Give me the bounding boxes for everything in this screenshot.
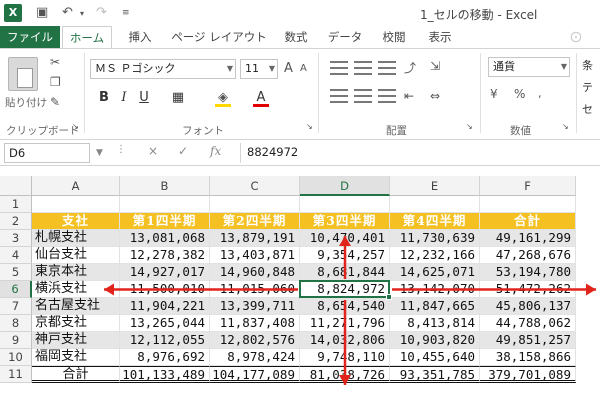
ribbon-tabs: ファイル ホーム 挿入 ページ レイアウト 数式 データ 校閲 表示 ⊙ <box>0 26 600 48</box>
percent-style-icon[interactable]: % <box>514 87 525 101</box>
undo-icon[interactable]: ↶ <box>62 5 73 20</box>
font-size-select[interactable]: 11 ▼ <box>240 59 278 79</box>
more-icon: ⋮ <box>116 144 126 155</box>
chevron-down-icon: ▼ <box>560 62 567 71</box>
align-right-icon[interactable] <box>378 89 396 103</box>
tab-home[interactable]: ホーム <box>62 26 112 48</box>
arrow-right-head-icon <box>586 283 596 296</box>
align-top-icon[interactable] <box>330 61 348 75</box>
number-format-select[interactable]: 通貨 ▼ <box>488 57 570 77</box>
tab-file[interactable]: ファイル <box>0 26 60 48</box>
font-name-select[interactable]: ＭＳ Ｐゴシック ▼ <box>90 59 236 79</box>
worksheet-grid[interactable]: A B C D E F 1 2 支社 第1四半期 第2四半期 第3四半期 第4四半期 合計 3 札幌支社 13,… <box>0 176 600 400</box>
tab-insert[interactable]: 挿入 <box>118 26 162 48</box>
align-middle-icon[interactable] <box>354 61 372 75</box>
formula-input[interactable]: 8824972 <box>240 143 596 163</box>
paste-icon[interactable] <box>8 57 38 91</box>
group-divider <box>318 53 319 133</box>
document-title: 1_セルの移動 - Excel <box>420 8 538 22</box>
help-icon[interactable]: ⊙ <box>558 26 594 48</box>
format-painter-icon[interactable]: ✎ <box>50 95 60 109</box>
font-color-icon[interactable]: A <box>250 87 272 109</box>
group-divider <box>576 53 577 133</box>
grow-font-icon[interactable]: A <box>284 61 293 76</box>
comma-style-icon[interactable]: , <box>538 87 542 100</box>
tab-data[interactable]: データ <box>322 26 368 48</box>
tab-review[interactable]: 校閲 <box>374 26 414 48</box>
clipboard-launcher-icon[interactable]: ↘ <box>72 122 79 131</box>
name-box[interactable]: D6 <box>4 143 90 163</box>
font-size-value: 11 <box>245 62 259 75</box>
group-divider <box>480 53 481 133</box>
alignment-launcher-icon[interactable]: ↘ <box>466 122 473 131</box>
orientation-icon[interactable]: ⤴ <box>404 59 416 76</box>
conditional-format-button[interactable]: 条 <box>582 57 593 73</box>
arrow-down-head-icon <box>339 375 351 385</box>
save-icon[interactable]: ▣ <box>36 5 48 20</box>
formula-bar: D6 ▼ ⋮ × ✓ fx 8824972 <box>0 140 600 166</box>
enter-icon[interactable]: ✓ <box>178 144 188 158</box>
arrow-up-head-icon <box>339 236 351 246</box>
arrow-left-head-icon <box>104 283 114 296</box>
number-format-value: 通貨 <box>493 60 515 73</box>
font-group-label: フォント <box>182 125 224 137</box>
paste-button-label[interactable]: 貼り付け <box>5 95 47 110</box>
alignment-group-label: 配置 <box>386 125 407 137</box>
indent-icon[interactable]: ⇤ <box>404 89 414 103</box>
title-bar: X ▣ ↶ ▾ ↷ ≡ 1_セルの移動 - Excel <box>0 0 600 26</box>
font-name-value: ＭＳ Ｐゴシック <box>95 62 176 75</box>
clipboard-group-label: クリップボード <box>6 125 80 137</box>
underline-button[interactable]: U <box>136 87 152 109</box>
font-launcher-icon[interactable]: ↘ <box>306 122 313 131</box>
fill-color-icon[interactable]: ◈ <box>212 87 234 109</box>
italic-button[interactable]: I <box>116 87 132 109</box>
cut-icon[interactable]: ✂ <box>50 55 60 69</box>
accounting-format-icon[interactable]: ¥ <box>490 87 498 101</box>
cell-styles-button[interactable]: セ <box>582 101 593 117</box>
align-left-icon[interactable] <box>330 89 348 103</box>
cancel-icon[interactable]: × <box>148 144 158 158</box>
align-center-icon[interactable] <box>354 89 372 103</box>
chevron-down-icon: ▼ <box>226 64 233 73</box>
shrink-font-icon[interactable]: A <box>300 63 307 74</box>
excel-logo-icon: X <box>4 4 22 22</box>
bold-button[interactable]: B <box>96 87 112 109</box>
styles-group-partial: 条 テ セ <box>578 49 600 141</box>
navigation-arrows <box>104 236 596 385</box>
tab-view[interactable]: 表示 <box>420 26 460 48</box>
format-as-table-button[interactable]: テ <box>582 79 593 95</box>
number-group-label: 数値 <box>510 125 531 137</box>
name-box-dropdown-icon[interactable]: ▼ <box>96 148 103 158</box>
insert-function-icon[interactable]: fx <box>210 144 221 158</box>
wrap-text-icon[interactable]: ⇲ <box>430 59 440 73</box>
ribbon: 貼り付け ✂ ❐ ✎ クリップボード ↘ ＭＳ Ｐゴシック ▼ 11 ▼ A A… <box>0 48 600 140</box>
number-launcher-icon[interactable]: ↘ <box>562 122 569 131</box>
undo-dropdown-icon[interactable]: ▾ <box>80 9 84 18</box>
borders-icon[interactable]: ▦ <box>168 87 188 109</box>
customize-qat-icon[interactable]: ≡ <box>122 8 130 18</box>
copy-icon[interactable]: ❐ <box>50 75 61 89</box>
tab-page-layout[interactable]: ページ レイアウト <box>166 26 272 48</box>
redo-icon[interactable]: ↷ <box>96 5 107 20</box>
group-divider <box>84 53 85 133</box>
align-bottom-icon[interactable] <box>378 61 396 75</box>
tab-formulas[interactable]: 数式 <box>276 26 316 48</box>
merge-center-icon[interactable]: ⇔ <box>430 89 440 103</box>
chevron-down-icon: ▼ <box>268 64 275 73</box>
